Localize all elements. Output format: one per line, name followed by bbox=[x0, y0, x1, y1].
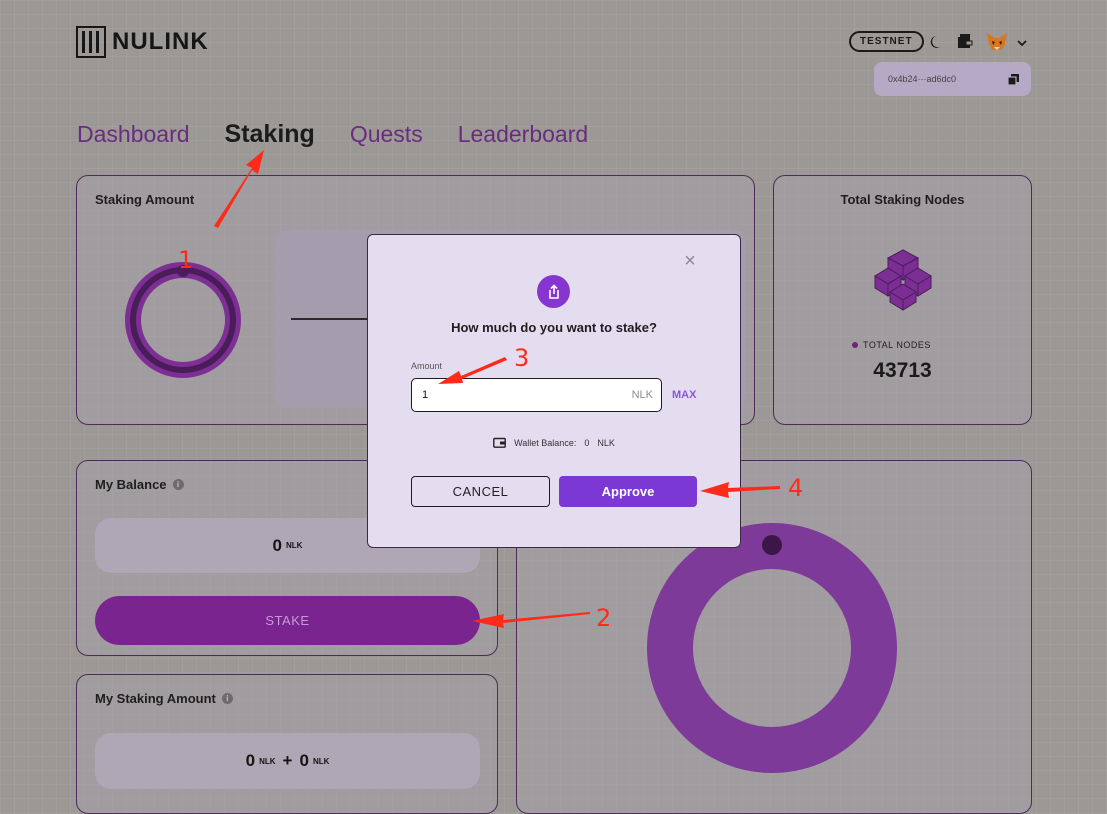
annotation-4: 4 bbox=[788, 474, 804, 502]
annotation-arrows bbox=[214, 150, 780, 628]
annotation-1: 1 bbox=[178, 246, 194, 274]
annotation-3: 3 bbox=[514, 344, 530, 372]
annotation-2: 2 bbox=[596, 604, 612, 632]
